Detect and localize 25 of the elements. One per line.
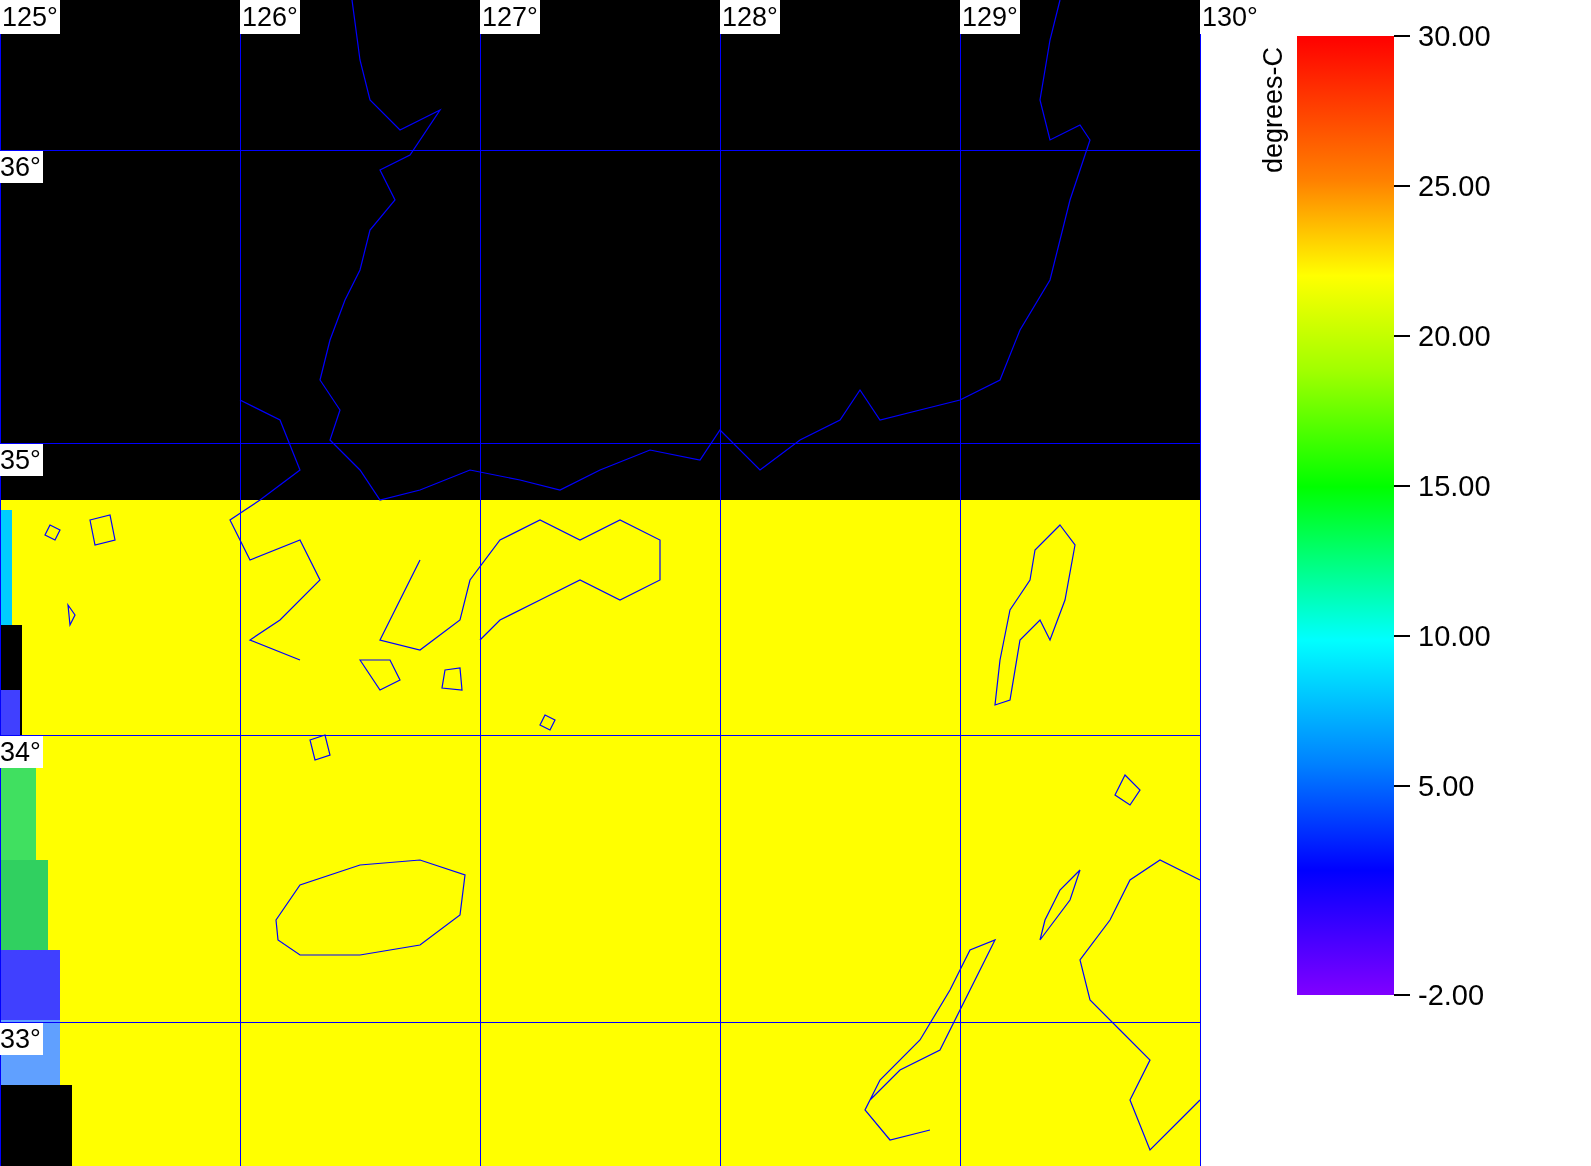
longitude-label: 130° [1200,0,1260,34]
tick-label: 15.00 [1418,470,1491,502]
latitude-label: 36° [0,151,43,183]
tick-mark [1394,485,1410,487]
tick-mark [1394,635,1410,637]
longitude-label: 125° [0,0,60,34]
tick-label: 10.00 [1418,620,1491,652]
tick-label: 30.00 [1418,20,1491,52]
longitude-label: 129° [960,0,1020,34]
tick-label: 25.00 [1418,170,1491,202]
latitude-label: 35° [0,444,43,476]
longitude-label: 128° [720,0,780,34]
longitude-label: 127° [480,0,540,34]
latitude-label: 34° [0,736,43,768]
tick-mark [1394,994,1410,996]
colorbar-title: degrees-C [1258,46,1289,174]
tick-mark [1394,785,1410,787]
tick-label: 5.00 [1418,770,1475,802]
tick-mark [1394,35,1410,37]
latitude-label: 33° [0,1023,43,1055]
tick-label: -2.00 [1418,979,1485,1011]
tick-mark [1394,185,1410,187]
tick-label: 20.00 [1418,320,1491,352]
longitude-label: 126° [240,0,300,34]
tick-mark [1394,335,1410,337]
